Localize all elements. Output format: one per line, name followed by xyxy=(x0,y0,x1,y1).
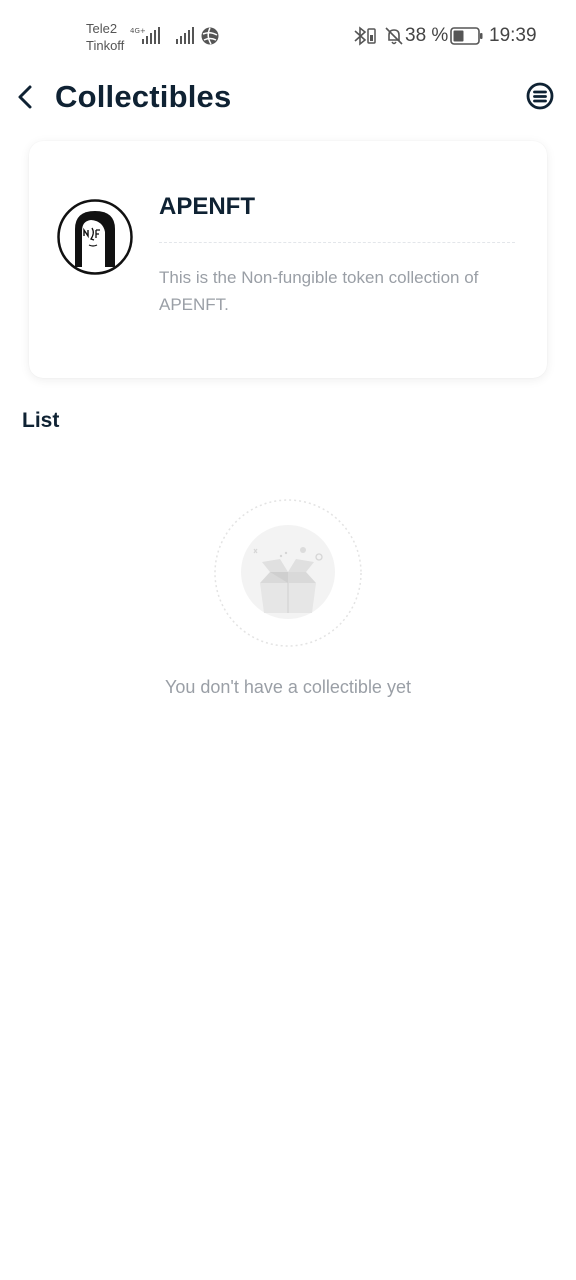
apenft-logo-icon xyxy=(57,199,133,275)
muted-bell-icon xyxy=(385,27,403,45)
empty-box-icon xyxy=(214,499,362,647)
back-button[interactable] xyxy=(8,80,42,114)
signal-icon xyxy=(176,27,194,44)
status-bar: Tele2 Tinkoff 4G+ 38 % 19:39 xyxy=(0,0,576,72)
menu-button[interactable] xyxy=(524,80,556,112)
battery-icon xyxy=(450,27,483,45)
bluetooth-icon xyxy=(354,26,376,46)
list-heading: List xyxy=(22,409,60,432)
carrier-1: Tele2 xyxy=(86,21,118,36)
network-type-label: 4G+ xyxy=(130,27,146,35)
clock: 19:39 xyxy=(489,25,537,46)
carrier-labels: Tele2 Tinkoff xyxy=(86,20,124,54)
menu-icon xyxy=(526,82,554,110)
back-arrow-icon xyxy=(18,85,32,109)
collection-name: APENFT xyxy=(159,193,255,220)
battery-percentage: 38 % xyxy=(405,25,449,46)
page-title: Collectibles xyxy=(55,79,232,114)
card-divider xyxy=(159,242,515,243)
signal-4g-icon: 4G+ xyxy=(130,27,160,44)
carrier-2: Tinkoff xyxy=(86,38,125,53)
collection-card: APENFT This is the Non-fungible token co… xyxy=(29,141,547,378)
browser-globe-icon xyxy=(201,27,219,45)
collection-description: This is the Non-fungible token collectio… xyxy=(159,268,479,314)
empty-state-message: You don't have a collectible yet xyxy=(165,677,411,697)
